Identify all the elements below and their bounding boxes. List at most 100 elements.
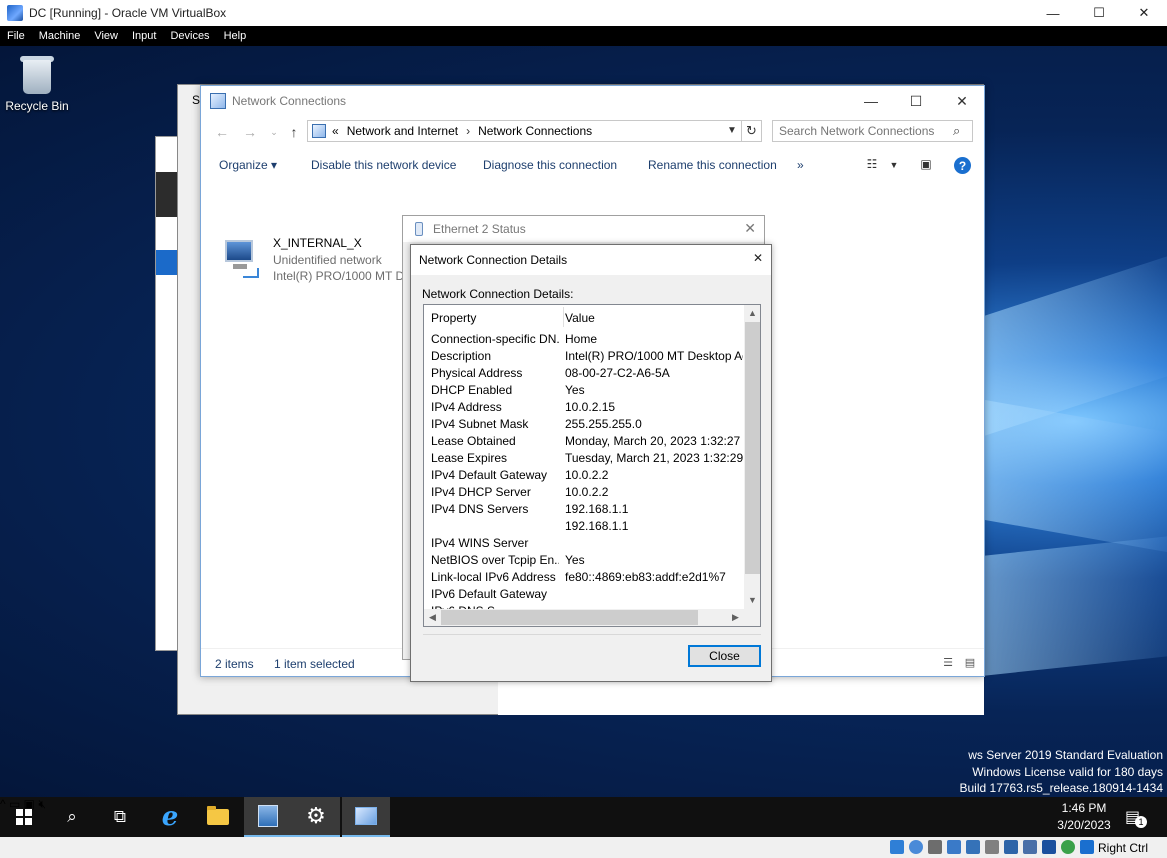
breadcrumb-separator[interactable]: › [466, 124, 470, 138]
usb-icon[interactable] [966, 840, 980, 854]
forward-arrow-icon[interactable]: → [239, 122, 261, 142]
help-icon[interactable]: ? [954, 157, 971, 174]
host-close-button[interactable]: ✕ [1121, 0, 1167, 26]
horizontal-scrollbar[interactable]: ◀ ▶ [424, 609, 744, 626]
menu-devices[interactable]: Devices [163, 26, 216, 46]
menu-help[interactable]: Help [217, 26, 254, 46]
vertical-scrollbar[interactable]: ▲ ▼ [744, 305, 760, 609]
scroll-down-icon[interactable]: ▼ [744, 592, 760, 609]
host-minimize-button[interactable]: — [1030, 0, 1076, 26]
scroll-up-icon[interactable]: ▲ [744, 305, 760, 322]
shared-folders-icon[interactable] [985, 840, 999, 854]
ethernet-status-close-icon[interactable]: ✕ [744, 220, 756, 237]
address-bar[interactable]: « Network and Internet › Network Connect… [307, 120, 742, 142]
close-button[interactable]: ✕ [939, 86, 985, 116]
vertical-scroll-thumb[interactable] [745, 322, 760, 574]
address-dropdown-icon[interactable]: ▼ [724, 120, 740, 140]
scroll-left-icon[interactable]: ◀ [424, 609, 441, 626]
network-status-icon[interactable] [947, 840, 961, 854]
clock[interactable]: 1:46 PM 3/20/2023 [1057, 800, 1111, 834]
menu-view[interactable]: View [87, 26, 125, 46]
refresh-icon[interactable]: ↻ [742, 120, 762, 142]
breadcrumb-network-and-internet[interactable]: Network and Internet [347, 124, 458, 138]
large-icons-view-icon[interactable]: ▤ [962, 656, 978, 670]
value-cell: 192.168.1.1 [565, 519, 629, 533]
horizontal-scroll-thumb[interactable] [441, 610, 698, 625]
rename-connection-button[interactable]: Rename this connection [648, 158, 777, 172]
breadcrumb-network-connections[interactable]: Network Connections [478, 124, 592, 138]
server-manager-button[interactable] [244, 797, 292, 837]
table-row[interactable]: Link-local IPv6 Address fe80::4869:eb83:a… [424, 569, 744, 586]
view-dropdown-icon[interactable]: ▼ [885, 160, 903, 176]
table-row[interactable]: Lease Expires Tuesday, March 21, 2023 1:3… [424, 450, 744, 467]
scroll-right-icon[interactable]: ▶ [727, 609, 744, 626]
table-row[interactable]: IPv4 DHCP Server 10.0.2.2 [424, 484, 744, 501]
change-view-icon[interactable]: ☷ [863, 157, 881, 173]
table-row[interactable]: IPv4 WINS Server [424, 535, 744, 552]
search-icon[interactable]: ⌕ [953, 123, 960, 139]
property-cell: Link-local IPv6 Address [431, 570, 556, 584]
up-arrow-icon[interactable]: ↑ [283, 122, 305, 142]
search-box[interactable]: ⌕ [772, 120, 973, 142]
minimize-button[interactable]: — [848, 86, 894, 116]
preview-pane-icon[interactable]: ▣ [917, 157, 935, 173]
display-icon[interactable] [1004, 840, 1018, 854]
maximize-button[interactable]: ☐ [893, 86, 939, 116]
menu-input[interactable]: Input [125, 26, 163, 46]
recycle-bin[interactable]: Recycle Bin [4, 54, 70, 113]
host-key-icon[interactable] [1080, 840, 1094, 854]
organize-button[interactable]: Organize ▾ [219, 158, 277, 172]
table-row[interactable]: IPv4 Address 10.0.2.15 [424, 399, 744, 416]
table-row[interactable]: IPv6 Default Gateway [424, 586, 744, 603]
watermark-line: ws Server 2019 Standard Evaluation [968, 748, 1163, 762]
table-row[interactable]: IPv4 Subnet Mask 255.255.255.0 [424, 416, 744, 433]
settings-button[interactable]: ⚙ [292, 797, 340, 837]
table-row[interactable]: 192.168.1.1 [424, 518, 744, 535]
dialog-divider [423, 634, 761, 635]
table-row[interactable]: IPv4 DNS Servers 192.168.1.1 [424, 501, 744, 518]
diagnose-connection-button[interactable]: Diagnose this connection [483, 158, 617, 172]
details-view-icon[interactable]: ☰ [940, 656, 956, 670]
guest-additions-icon[interactable] [1061, 840, 1075, 854]
menu-machine[interactable]: Machine [32, 26, 88, 46]
task-view-button[interactable]: ⧉ [96, 797, 144, 837]
search-button[interactable]: ⌕ [48, 797, 96, 837]
settings-title: S [192, 93, 201, 107]
table-row[interactable]: Description Intel(R) PRO/1000 MT Desktop … [424, 348, 744, 365]
value-cell: Tuesday, March 21, 2023 1:32:29 PM [565, 451, 743, 465]
table-row[interactable]: IPv4 Default Gateway 10.0.2.2 [424, 467, 744, 484]
search-input[interactable] [779, 124, 949, 138]
optical-drive-icon[interactable] [909, 840, 923, 854]
table-row[interactable]: NetBIOS over Tcpip En... Yes [424, 552, 744, 569]
more-commands-button[interactable]: » [797, 158, 804, 172]
address-root-chevron[interactable]: « [332, 124, 339, 138]
details-list[interactable]: Property Value Connection-specific DN...… [423, 304, 761, 627]
table-row[interactable]: Physical Address 08-00-27-C2-A6-5A [424, 365, 744, 382]
file-explorer-button[interactable] [194, 797, 242, 837]
property-cell: DHCP Enabled [431, 383, 513, 397]
host-maximize-button[interactable]: ☐ [1076, 0, 1122, 26]
internet-explorer-button[interactable]: e [146, 797, 194, 837]
column-header-property[interactable]: Property [431, 311, 476, 325]
action-center-button[interactable]: ▤ 1 [1125, 807, 1147, 828]
menu-file[interactable]: File [0, 26, 32, 46]
value-cell: Yes [565, 383, 585, 397]
start-button[interactable] [0, 797, 48, 837]
column-header-value[interactable]: Value [565, 311, 595, 325]
connection-details-dialog[interactable]: Network Connection Details ✕ Network Con… [410, 244, 772, 682]
hard-disk-icon[interactable] [890, 840, 904, 854]
table-row[interactable]: Connection-specific DN... Home [424, 331, 744, 348]
virtualization-icon[interactable] [1042, 840, 1056, 854]
close-button[interactable]: Close [688, 645, 761, 667]
value-cell: fe80::4869:eb83:addf:e2d1%7 [565, 570, 726, 584]
table-row[interactable]: DHCP Enabled Yes [424, 382, 744, 399]
audio-icon[interactable] [928, 840, 942, 854]
disable-device-button[interactable]: Disable this network device [311, 158, 456, 172]
adapter-item-x-internal-x[interactable]: X_INTERNAL_X Unidentified network Intel(… [219, 236, 419, 286]
back-arrow-icon[interactable]: ← [211, 122, 233, 142]
network-connections-button[interactable] [342, 797, 390, 837]
details-close-icon[interactable]: ✕ [753, 251, 763, 265]
table-row[interactable]: Lease Obtained Monday, March 20, 2023 1:3… [424, 433, 744, 450]
recent-locations-chevron-icon[interactable]: ⌄ [263, 122, 285, 142]
recording-icon[interactable] [1023, 840, 1037, 854]
